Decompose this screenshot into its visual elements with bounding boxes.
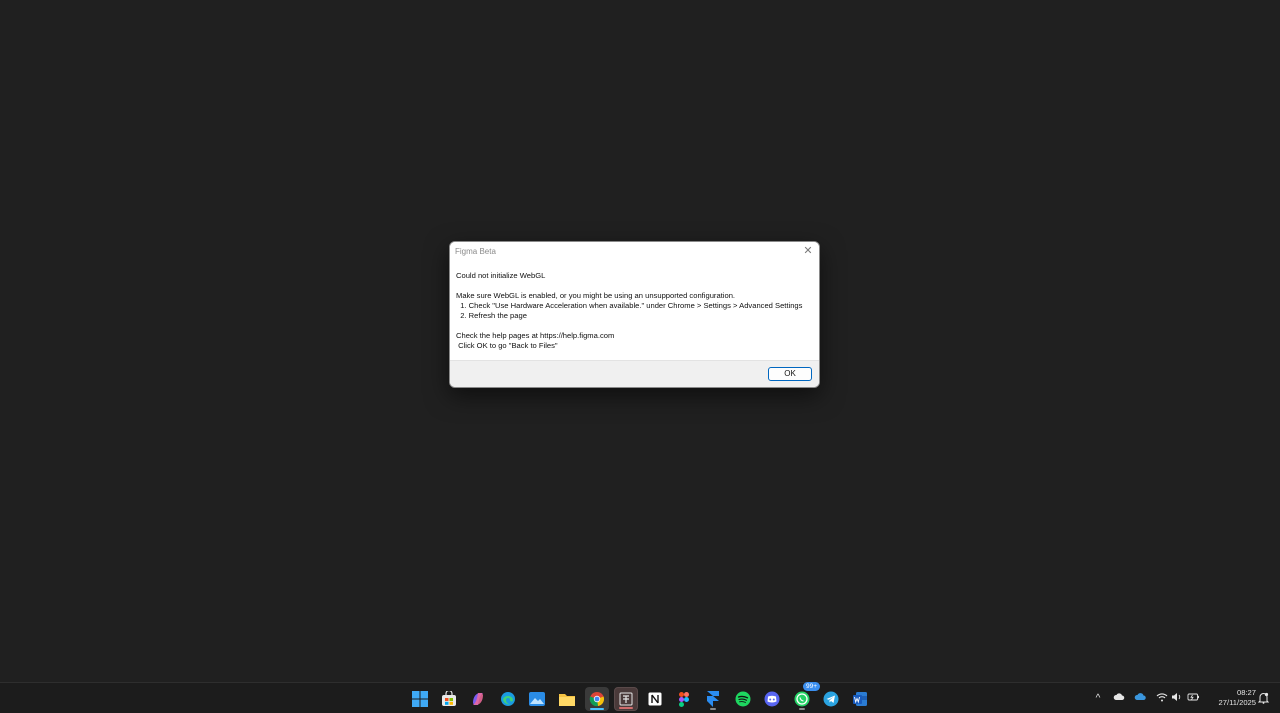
- cloud-icon[interactable]: [1112, 692, 1126, 706]
- microsoft-store-icon[interactable]: [437, 687, 461, 711]
- notion-icon[interactable]: [643, 687, 667, 711]
- message-line: 1. Check "Use Hardware Acceleration when…: [456, 301, 803, 310]
- active-indicator: [619, 707, 633, 709]
- message-line: [456, 321, 816, 331]
- framer-icon[interactable]: [701, 687, 725, 711]
- file-explorer-icon[interactable]: [555, 687, 579, 711]
- copilot-icon[interactable]: [466, 687, 490, 711]
- message-line: 2. Refresh the page: [456, 311, 527, 320]
- chrome-icon[interactable]: [585, 687, 609, 711]
- running-indicator: [710, 708, 716, 710]
- ok-button[interactable]: OK: [768, 367, 812, 381]
- message-line: Click OK to go "Back to Files": [456, 341, 558, 350]
- system-clock[interactable]: 08:27 27/11/2025: [1206, 688, 1256, 708]
- active-indicator: [590, 708, 604, 710]
- volume-icon[interactable]: [1170, 692, 1184, 706]
- message-line: [456, 281, 816, 291]
- notification-badge: 99+: [802, 682, 820, 691]
- taskbar: 99+ ^ 08:27 27/11/2025: [0, 682, 1280, 713]
- dialog-footer: OK: [450, 360, 819, 387]
- telegram-icon[interactable]: [819, 687, 843, 711]
- notification-bell-icon[interactable]: [1256, 692, 1270, 706]
- figma-beta-icon[interactable]: [614, 687, 638, 711]
- desktop: Figma Beta ✕ Could not initialize WebGL …: [0, 0, 1280, 682]
- battery-icon[interactable]: [1186, 692, 1200, 706]
- spotify-icon[interactable]: [731, 687, 755, 711]
- photos-icon[interactable]: [525, 687, 549, 711]
- figma-icon[interactable]: [672, 687, 696, 711]
- dialog-message: Could not initialize WebGL Make sure Web…: [456, 271, 816, 351]
- message-line: Make sure WebGL is enabled, or you might…: [456, 291, 736, 300]
- error-dialog: Figma Beta ✕ Could not initialize WebGL …: [449, 241, 820, 388]
- show-hidden-icons-chevron-icon[interactable]: ^: [1091, 692, 1105, 706]
- message-line: Could not initialize WebGL: [456, 271, 546, 280]
- dialog-titlebar: Figma Beta ✕: [450, 242, 819, 261]
- close-icon[interactable]: ✕: [801, 244, 815, 258]
- message-line: Check the help pages at https://help.fig…: [456, 331, 615, 340]
- edge-icon[interactable]: [496, 687, 520, 711]
- clock-date: 27/11/2025: [1218, 698, 1256, 707]
- discord-icon[interactable]: [760, 687, 784, 711]
- dialog-title: Figma Beta: [455, 247, 496, 256]
- wifi-icon[interactable]: [1155, 692, 1169, 706]
- running-indicator: [799, 708, 805, 710]
- onedrive-icon[interactable]: [1133, 692, 1147, 706]
- clock-time: 08:27: [1236, 688, 1256, 697]
- word-icon[interactable]: [848, 687, 872, 711]
- windows-start-icon[interactable]: [408, 687, 432, 711]
- whatsapp-icon[interactable]: 99+: [790, 682, 820, 711]
